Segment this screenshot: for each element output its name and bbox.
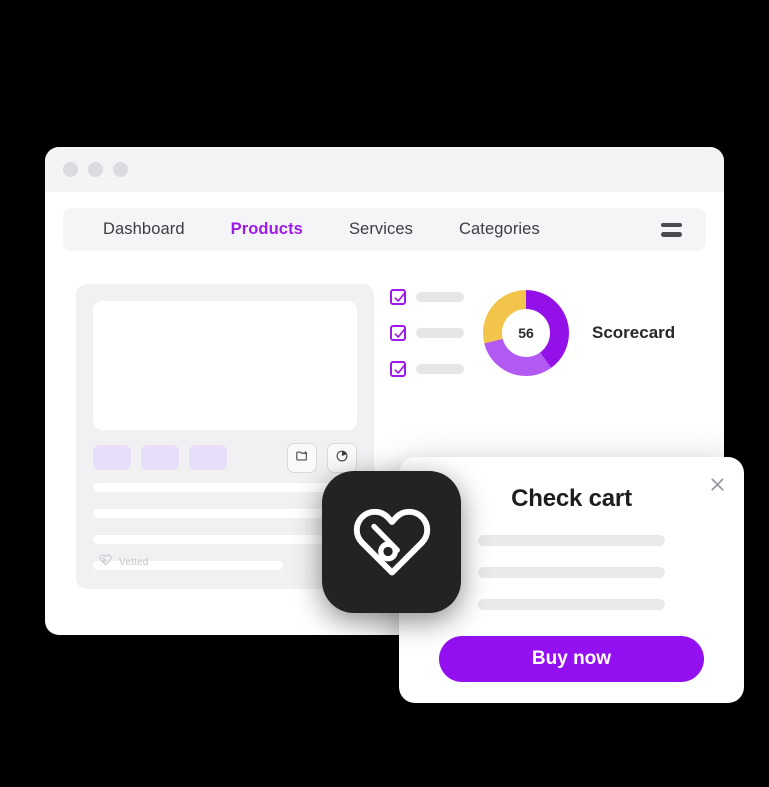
buy-now-button[interactable]: Buy now [439, 636, 704, 682]
product-image-placeholder [93, 301, 357, 430]
nav-item-dashboard[interactable]: Dashboard [103, 220, 185, 239]
checkbox-icon[interactable] [390, 361, 406, 377]
pie-chart-icon [335, 449, 349, 468]
vetted-label: Vetted [119, 556, 149, 568]
folder-icon [295, 449, 309, 468]
placeholder-line [93, 535, 357, 544]
checklist-placeholder [416, 292, 464, 302]
window-dot-close[interactable] [63, 162, 78, 177]
checklist-item[interactable] [390, 289, 464, 305]
cart-placeholder-lines [478, 535, 665, 631]
product-icon-button-group [287, 443, 357, 473]
product-chip[interactable] [93, 445, 131, 470]
product-text-placeholders [93, 483, 357, 587]
placeholder-line [93, 509, 357, 518]
scorecard-section: 56 Scorecard [390, 287, 705, 379]
checklist-item[interactable] [390, 361, 464, 377]
window-titlebar [45, 147, 724, 192]
vetted-watermark: Vetted [98, 553, 149, 571]
checklist-placeholder [416, 328, 464, 338]
donut-center-value: 56 [518, 325, 534, 341]
checkbox-icon[interactable] [390, 325, 406, 341]
nav-item-categories[interactable]: Categories [459, 220, 540, 239]
heart-icon [98, 553, 113, 571]
nav-item-services[interactable]: Services [349, 220, 413, 239]
folder-button[interactable] [287, 443, 317, 473]
checklist-item[interactable] [390, 325, 464, 341]
placeholder-line [478, 567, 665, 578]
scorecard-title: Scorecard [592, 323, 676, 342]
vetted-logo-tile [322, 471, 461, 613]
window-dot-maximize[interactable] [113, 162, 128, 177]
navigation-bar: Dashboard Products Services Categories [63, 208, 706, 251]
nav-item-products[interactable]: Products [231, 220, 303, 239]
checkbox-icon[interactable] [390, 289, 406, 305]
placeholder-line [93, 483, 357, 492]
window-dot-minimize[interactable] [88, 162, 103, 177]
hamburger-icon[interactable] [661, 222, 682, 237]
product-chip[interactable] [141, 445, 179, 470]
placeholder-line [478, 599, 665, 610]
pie-chart-button[interactable] [327, 443, 357, 473]
checklist-placeholder [416, 364, 464, 374]
product-chip-group [93, 445, 227, 470]
scorecard-donut-chart: 56 [480, 287, 572, 379]
vetted-heart-logo-icon [348, 500, 436, 585]
scorecard-checklist [390, 289, 464, 377]
placeholder-line [478, 535, 665, 546]
product-chip[interactable] [189, 445, 227, 470]
